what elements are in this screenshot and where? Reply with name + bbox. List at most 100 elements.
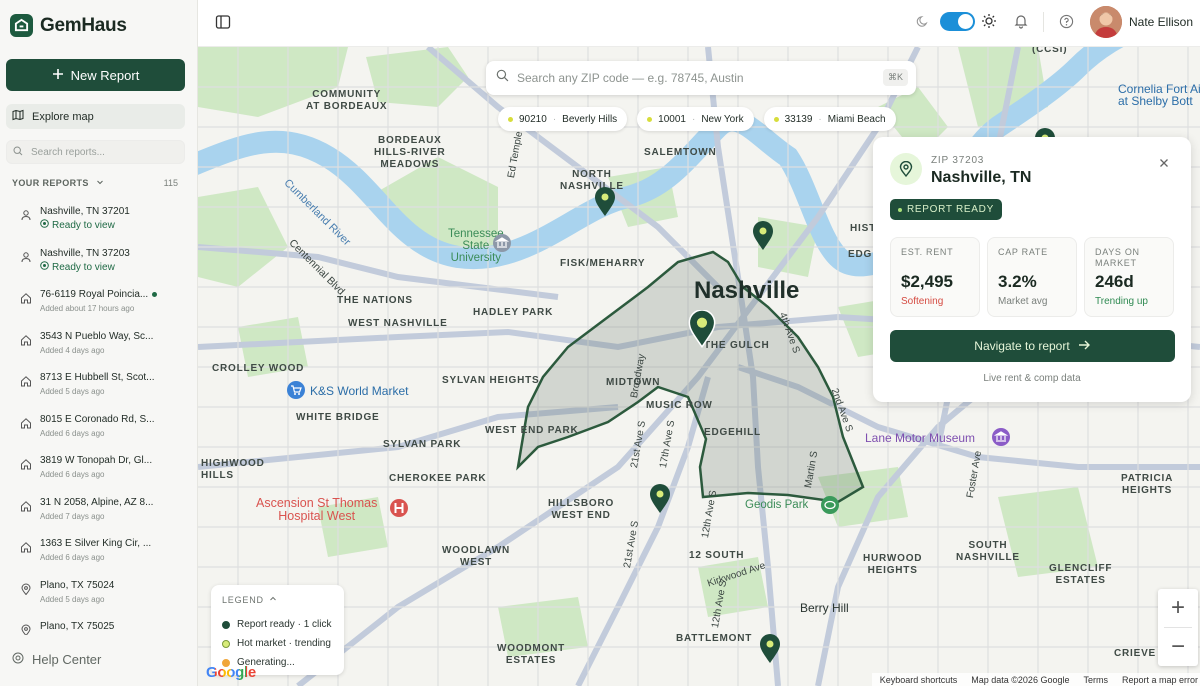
navigate-to-report-label: Navigate to report xyxy=(974,339,1070,353)
report-ready-marker[interactable] xyxy=(752,221,774,251)
stat-value: 246d xyxy=(1095,272,1134,291)
zip-search-bar[interactable]: ⌘K xyxy=(486,61,916,95)
report-text: 3819 W Tonopah Dr, Gl... Added 6 days ago xyxy=(40,454,152,481)
report-ready-marker[interactable] xyxy=(759,634,781,664)
legend-swatch xyxy=(222,620,230,629)
zip-chip[interactable]: 90210 · Beverly Hills xyxy=(498,107,628,131)
search-reports-field[interactable]: Search reports... xyxy=(6,140,185,164)
help-center-link[interactable]: Help Center xyxy=(12,652,101,667)
search-shortcut-badge: ⌘K xyxy=(882,69,908,86)
sidebar-toggle-icon[interactable] xyxy=(215,14,231,35)
legend-header[interactable]: LEGEND xyxy=(222,595,344,605)
report-title: 76-6119 Royal Poincia... xyxy=(40,288,158,302)
map-label-west-end-park: WEST END PARK xyxy=(485,425,579,436)
new-report-button[interactable]: New Report xyxy=(6,59,185,91)
selected-report-marker[interactable] xyxy=(688,310,716,348)
stat-trend: Trending up xyxy=(1095,296,1148,307)
report-added-time: Added 4 days ago xyxy=(40,345,105,355)
map-label-edgehill: EDGEHILL xyxy=(704,427,761,438)
report-list-item[interactable]: Nashville, TN 37201 Ready to view xyxy=(0,200,198,242)
theme-toggle[interactable] xyxy=(940,12,975,31)
map-label-ks-market: K&S World Market xyxy=(310,384,409,398)
chevron-down-icon xyxy=(96,178,104,188)
chip-zip: 10001 xyxy=(658,113,686,125)
map-label-12-south: 12 SOUTH xyxy=(689,550,745,561)
chip-separator: · xyxy=(818,113,822,125)
chip-city: New York xyxy=(701,113,744,125)
report-ready-marker[interactable] xyxy=(594,187,616,217)
explore-map-button[interactable]: Explore map xyxy=(6,104,185,129)
report-text: 31 N 2058, Alpine, AZ 8... Added 7 days a… xyxy=(40,496,153,523)
map-label-white-bridge: WHITE BRIDGE xyxy=(296,412,380,423)
report-list-item[interactable]: 1363 E Silver King Cir, ... Added 6 days … xyxy=(0,532,198,574)
report-text: Plano, TX 75024 Added 5 days ago xyxy=(40,579,114,606)
map-attribution: Keyboard shortcuts Map data ©2026 Google T… xyxy=(871,673,1200,686)
your-reports-header[interactable]: YOUR REPORTS 115 xyxy=(12,178,178,188)
brand[interactable]: GemHaus xyxy=(10,14,127,37)
explore-map-label: Explore map xyxy=(32,110,94,123)
report-text: 1363 E Silver King Cir, ... Added 6 days … xyxy=(40,537,151,564)
report-list-item[interactable]: 8015 E Coronado Rd, S... Added 6 days ago xyxy=(0,408,198,450)
report-list-item[interactable]: Plano, TX 75025 xyxy=(0,615,198,635)
navigate-to-report-button[interactable]: Navigate to report xyxy=(890,330,1175,362)
shopping-cart-icon[interactable] xyxy=(286,380,306,400)
map-label-salemtown: SALEMTOWN xyxy=(644,147,717,158)
report-list-item[interactable]: 76-6119 Royal Poincia... Added about 17 h… xyxy=(0,283,198,325)
report-list-item[interactable]: 31 N 2058, Alpine, AZ 8... Added 7 days a… xyxy=(0,491,198,533)
stat-label: DAYS ON MARKET xyxy=(1095,247,1140,268)
attribution-link[interactable]: Keyboard shortcuts xyxy=(880,675,958,685)
report-status: Ready to view xyxy=(40,260,130,274)
map-label-the-nations: THE NATIONS xyxy=(337,295,413,306)
stat-trend: Softening xyxy=(901,296,944,307)
report-list-item[interactable]: 3819 W Tonopah Dr, Gl... Added 6 days ago xyxy=(0,449,198,491)
zip-search-input[interactable] xyxy=(517,71,877,85)
attribution-link[interactable]: Report a map error xyxy=(1122,675,1198,685)
report-ready-badge: REPORT READY xyxy=(890,199,1002,220)
hospital-icon[interactable] xyxy=(389,498,409,518)
zoom-in-button[interactable]: + xyxy=(1158,589,1198,627)
stat-value: $2,495 xyxy=(901,272,953,291)
person-icon xyxy=(20,208,32,221)
zoom-controls: + − xyxy=(1158,589,1198,666)
stat-tile: CAP RATE 3.2% Market avg xyxy=(987,237,1077,317)
map-label-highwood: HIGHWOOD HILLS xyxy=(201,458,265,481)
report-list-item[interactable]: Plano, TX 75024 Added 5 days ago xyxy=(0,574,198,616)
attribution-link[interactable]: Map data ©2026 Google xyxy=(971,675,1069,685)
map-label-cherokee: CHEROKEE PARK xyxy=(389,473,487,484)
new-report-label: New Report xyxy=(70,67,140,83)
brand-name: GemHaus xyxy=(40,14,127,36)
search-icon xyxy=(13,145,23,159)
close-icon[interactable] xyxy=(1159,155,1169,173)
user-avatar[interactable] xyxy=(1090,6,1122,38)
sidebar: GemHaus New Report Explore map Search re… xyxy=(0,0,198,686)
zoom-out-button[interactable]: − xyxy=(1158,628,1198,666)
report-text: 8713 E Hubbell St, Scot... Added 5 days a… xyxy=(40,371,155,398)
report-list-item[interactable]: 3543 N Pueblo Way, Sc... Added 4 days ago xyxy=(0,325,198,367)
report-list: Nashville, TN 37201 Ready to view Nashvill… xyxy=(0,200,198,635)
help-circle-icon xyxy=(12,652,24,667)
map-label-south-nashville: SOUTH NASHVILLE xyxy=(956,540,1020,563)
report-status: Ready to view xyxy=(40,219,130,232)
home-icon xyxy=(20,291,32,304)
report-added-time: Added 6 days ago xyxy=(40,553,105,562)
map-label-woodmont: WOODMONT ESTATES xyxy=(497,643,566,666)
map-label-hillsboro: HILLSBORO WEST END xyxy=(548,498,615,521)
map-view[interactable]: COMMUNITY AT BORDEAUX BORDEAUX HILLS-RIV… xyxy=(198,47,1200,686)
card-zip: ZIP 37203 xyxy=(931,155,985,166)
card-footer: Live rent & comp data xyxy=(983,373,1081,384)
report-title: Nashville, TN 37203 xyxy=(40,247,130,259)
report-ready-marker[interactable] xyxy=(649,484,671,514)
report-list-item[interactable]: 8713 E Hubbell St, Scot... Added 5 days a… xyxy=(0,366,198,408)
bell-icon[interactable] xyxy=(1013,13,1029,34)
zip-chip[interactable]: 33139 · Miami Beach xyxy=(763,107,896,131)
sun-icon xyxy=(981,13,997,34)
report-title: 8015 E Coronado Rd, S... xyxy=(40,413,155,425)
map-legend: LEGEND Report ready · 1 click Hot market … xyxy=(211,585,344,675)
report-list-item[interactable]: Nashville, TN 37203 Ready to view xyxy=(0,242,198,284)
report-text: 3543 N Pueblo Way, Sc... Added 4 days ago xyxy=(40,330,153,357)
zip-chip[interactable]: 10001 · New York xyxy=(637,107,754,131)
top-bar: Nate Ellison xyxy=(198,0,1200,47)
attribution-link[interactable]: Terms xyxy=(1083,675,1108,685)
hot-market-dot xyxy=(773,116,779,122)
help-icon[interactable] xyxy=(1059,14,1074,34)
